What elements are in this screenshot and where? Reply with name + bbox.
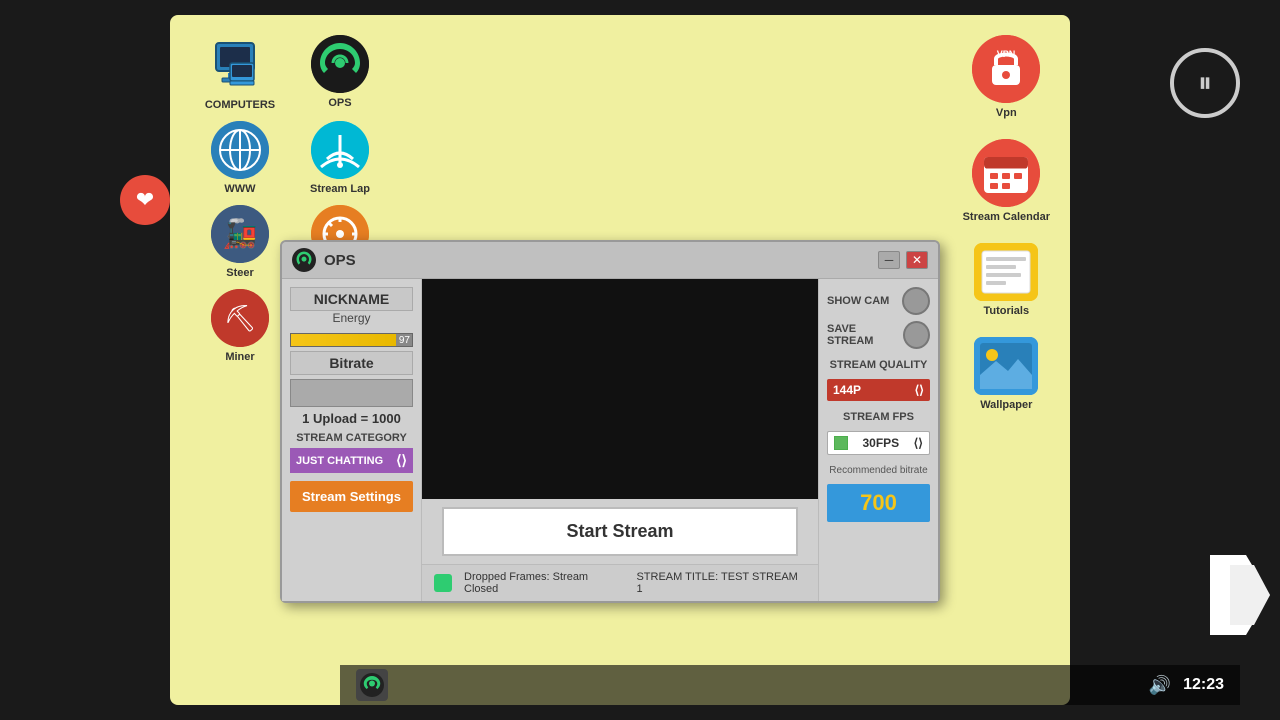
dropped-frames-text: Dropped Frames: Stream Closed bbox=[464, 571, 624, 595]
stream-title-label: STREAM TITLE: bbox=[636, 571, 718, 583]
ops-icon-item[interactable]: OPS bbox=[300, 35, 380, 111]
show-cam-label: SHOW CAM bbox=[827, 295, 889, 307]
steer-icon-item[interactable]: 🚂 Steer bbox=[200, 205, 280, 279]
taskbar-clock: 12:23 bbox=[1183, 676, 1224, 694]
window-content: NICKNAME Energy 97 Bitrate 1 Upload = 10… bbox=[282, 279, 938, 601]
center-preview: Start Stream Dropped Frames: Stream Clos… bbox=[422, 279, 818, 601]
nav-arrow-button[interactable] bbox=[1210, 555, 1270, 640]
vpn-label: Vpn bbox=[996, 107, 1017, 119]
steer-label: Steer bbox=[226, 267, 254, 279]
show-cam-toggle[interactable] bbox=[902, 287, 930, 315]
titlebar-controls: ─ ✕ bbox=[878, 251, 928, 269]
svg-text:🚂: 🚂 bbox=[223, 217, 258, 250]
stream-quality-dropdown[interactable]: 144P ⟨⟩ bbox=[827, 379, 930, 401]
icon-row-2: WWW Stream Lap bbox=[200, 121, 380, 195]
miner-icon-item[interactable]: ⛏ Miner bbox=[200, 289, 280, 363]
wallpaper-label: Wallpaper bbox=[980, 399, 1032, 411]
icon-row-1: COMPUTERS OPS bbox=[200, 35, 380, 111]
www-label: WWW bbox=[224, 183, 255, 195]
tutorials-icon bbox=[974, 243, 1038, 301]
vpn-icon: VPN bbox=[972, 35, 1040, 103]
stream-category-dropdown[interactable]: JUST CHATTING ⟨⟩ bbox=[290, 448, 413, 473]
window-title: OPS bbox=[324, 252, 356, 269]
stream-title-area: STREAM TITLE: TEST STREAM 1 bbox=[636, 571, 806, 595]
stream-calendar-label: Stream Calendar bbox=[963, 211, 1050, 223]
ops-icon bbox=[311, 35, 369, 93]
nickname-title: NICKNAME bbox=[290, 287, 413, 311]
steer-icon: 🚂 bbox=[211, 205, 269, 263]
energy-bar-fill bbox=[291, 334, 396, 346]
energy-percent: 97 bbox=[399, 334, 410, 348]
status-indicator bbox=[434, 574, 452, 592]
computers-label: COMPUTERS bbox=[205, 99, 275, 111]
dropdown-arrow: ⟨⟩ bbox=[396, 452, 407, 469]
vpn-icon-item[interactable]: VPN Vpn bbox=[972, 35, 1040, 119]
taskbar-left bbox=[356, 669, 388, 701]
recommended-bitrate-label: Recommended bitrate bbox=[827, 465, 930, 476]
taskbar-ops-icon[interactable] bbox=[356, 669, 388, 701]
pause-button[interactable]: ⏸ bbox=[1170, 48, 1240, 118]
svg-text:VPN: VPN bbox=[997, 49, 1016, 59]
save-stream-row: SAVE STREAM bbox=[827, 321, 930, 349]
nickname-section: NICKNAME Energy bbox=[290, 287, 413, 325]
streamlap-label: Stream Lap bbox=[310, 183, 370, 195]
save-stream-label: SAVE STREAM bbox=[827, 323, 903, 347]
www-icon-item[interactable]: WWW bbox=[200, 121, 280, 195]
bitrate-label: Bitrate bbox=[290, 351, 413, 375]
category-value: JUST CHATTING bbox=[296, 455, 383, 467]
window-titlebar: OPS ─ ✕ bbox=[282, 242, 938, 279]
stream-fps-dropdown[interactable]: 30FPS ⟨⟩ bbox=[827, 431, 930, 455]
heart-rate-icon: ❤ bbox=[120, 175, 170, 225]
desktop-icons-right: VPN Vpn Stream Calendar bbox=[963, 35, 1050, 411]
fps-arrow: ⟨⟩ bbox=[914, 436, 923, 450]
streamlap-icon-item[interactable]: Stream Lap bbox=[300, 121, 380, 195]
pause-icon: ⏸ bbox=[1198, 67, 1212, 100]
show-cam-row: SHOW CAM bbox=[827, 287, 930, 315]
stream-preview bbox=[422, 279, 818, 499]
titlebar-left: OPS bbox=[292, 248, 356, 272]
tutorials-icon-item[interactable]: Tutorials bbox=[974, 243, 1038, 317]
wallpaper-icon-item[interactable]: Wallpaper bbox=[974, 337, 1038, 411]
stream-calendar-icon bbox=[972, 139, 1040, 207]
tutorials-label: Tutorials bbox=[983, 305, 1029, 317]
stream-calendar-icon-item[interactable]: Stream Calendar bbox=[963, 139, 1050, 223]
nickname-value: Energy bbox=[290, 311, 413, 325]
status-bar: Dropped Frames: Stream Closed STREAM TIT… bbox=[422, 564, 818, 601]
www-icon bbox=[211, 121, 269, 179]
energy-bar-container: 97 bbox=[290, 333, 413, 347]
taskbar-right: 🔊 12:23 bbox=[1149, 675, 1224, 696]
miner-icon: ⛏ bbox=[211, 289, 269, 347]
stream-category-label: STREAM CATEGORY bbox=[290, 432, 413, 444]
ops-label: OPS bbox=[328, 97, 351, 109]
fps-value: 30FPS bbox=[862, 436, 899, 450]
stream-settings-button[interactable]: Stream Settings bbox=[290, 481, 413, 512]
svg-text:⛏: ⛏ bbox=[223, 303, 256, 333]
recommended-bitrate-value: 700 bbox=[827, 484, 930, 522]
left-panel: NICKNAME Energy 97 Bitrate 1 Upload = 10… bbox=[282, 279, 422, 601]
bitrate-bar bbox=[290, 379, 413, 407]
quality-value: 144P bbox=[833, 383, 861, 397]
miner-label: Miner bbox=[225, 351, 254, 363]
streamlap-icon bbox=[311, 121, 369, 179]
volume-icon[interactable]: 🔊 bbox=[1149, 675, 1171, 696]
stream-fps-label: STREAM FPS bbox=[827, 411, 930, 423]
titlebar-ops-icon bbox=[292, 248, 316, 272]
ops-window: OPS ─ ✕ NICKNAME Energy 97 Bitrate bbox=[280, 240, 940, 603]
stream-quality-label: STREAM QUALITY bbox=[827, 359, 930, 371]
quality-arrow: ⟨⟩ bbox=[915, 383, 924, 397]
desktop-screen: ❤ COMPUTERS bbox=[170, 15, 1070, 705]
fps-checkbox[interactable] bbox=[834, 436, 848, 450]
close-button[interactable]: ✕ bbox=[906, 251, 928, 269]
upload-info: 1 Upload = 1000 bbox=[290, 411, 413, 426]
start-stream-button[interactable]: Start Stream bbox=[442, 507, 798, 556]
computers-icon-item[interactable]: COMPUTERS bbox=[200, 35, 280, 111]
computers-icon bbox=[210, 35, 270, 95]
minimize-button[interactable]: ─ bbox=[878, 251, 900, 269]
taskbar: 🔊 12:23 bbox=[340, 665, 1240, 705]
save-stream-toggle[interactable] bbox=[903, 321, 930, 349]
right-panel: SHOW CAM SAVE STREAM STREAM QUALITY 144P… bbox=[818, 279, 938, 601]
wallpaper-icon bbox=[974, 337, 1038, 395]
